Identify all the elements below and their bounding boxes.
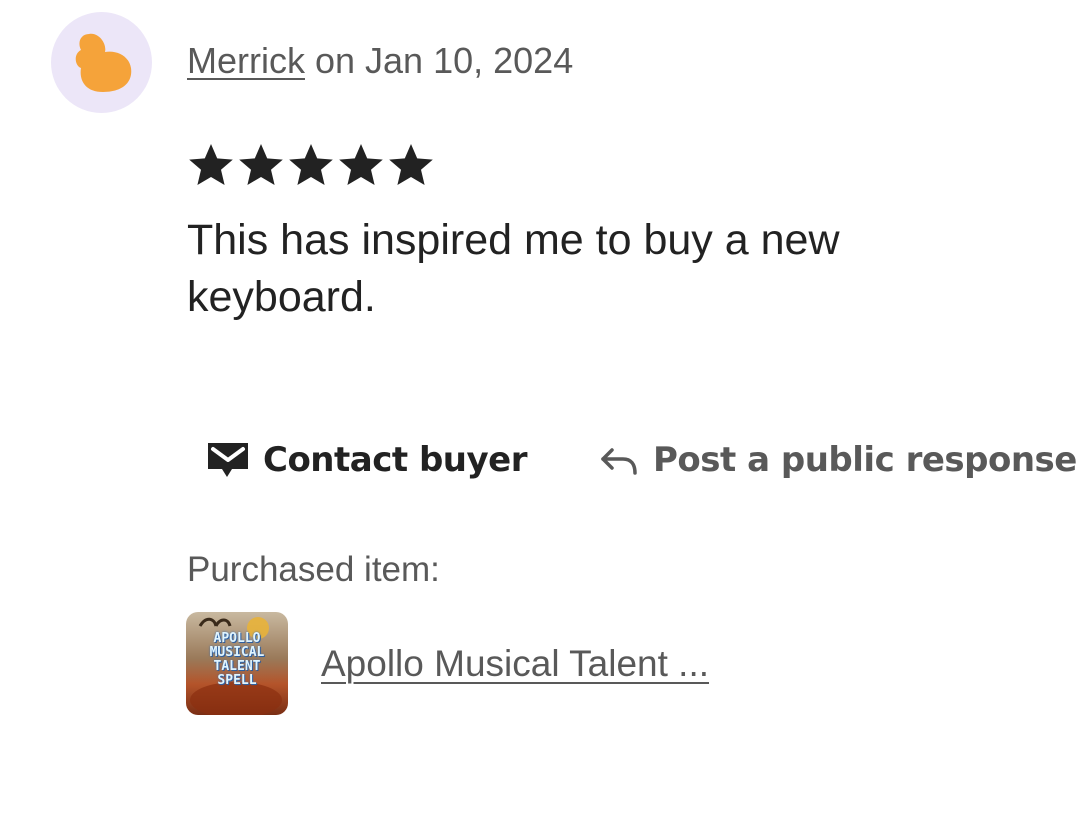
post-public-response-label: Post a public response: [653, 440, 1077, 480]
orange-blob-avatar-icon: [75, 33, 132, 92]
review-actions: Contact buyer Post a public response: [205, 433, 1077, 487]
contact-buyer-label: Contact buyer: [263, 440, 528, 480]
reviewer-name-link[interactable]: Merrick: [187, 40, 305, 81]
star-icon: [337, 141, 385, 193]
star-icon: [187, 141, 235, 193]
post-public-response-button[interactable]: Post a public response: [599, 440, 1077, 480]
purchased-item-link[interactable]: Apollo Musical Talent ...: [321, 641, 709, 687]
star-icon: [287, 141, 335, 193]
star-rating: [187, 141, 435, 193]
contact-buyer-button[interactable]: Contact buyer: [205, 440, 528, 480]
reviewer-avatar[interactable]: [51, 12, 152, 113]
review-date: on Jan 10, 2024: [304, 40, 574, 81]
review-header: Merrick on Jan 10, 2024: [187, 38, 573, 84]
purchased-item-label: Purchased item:: [187, 550, 440, 589]
star-icon: [387, 141, 435, 193]
star-icon: [237, 141, 285, 193]
thumbnail-caption: APOLLO MUSICAL TALENT SPELL: [209, 631, 265, 688]
review-text: This has inspired me to buy a new keyboa…: [187, 216, 840, 321]
mail-icon: [205, 440, 251, 480]
reply-arrow-icon: [599, 444, 639, 476]
purchased-item-thumbnail[interactable]: APOLLO MUSICAL TALENT SPELL: [186, 612, 288, 715]
